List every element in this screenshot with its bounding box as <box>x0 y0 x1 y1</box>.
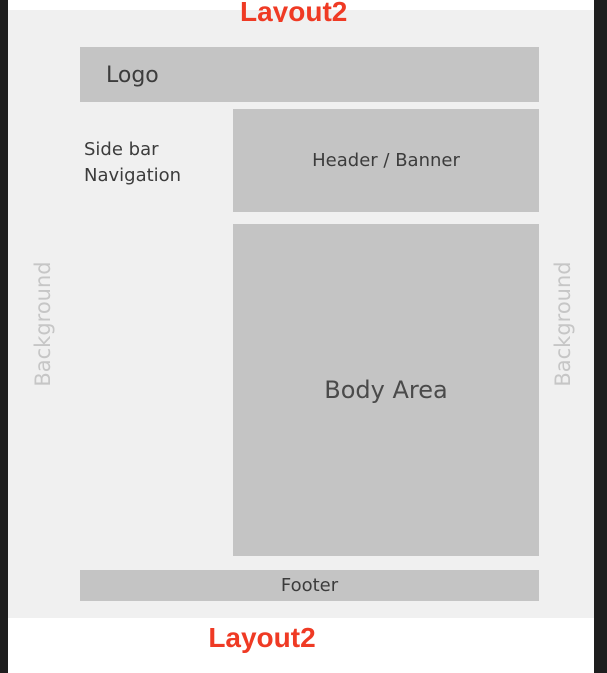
sidebar-label-line-2: Navigation <box>84 165 182 186</box>
logo-label: Logo <box>106 63 159 88</box>
layout-diagram-canvas: Layout2 Logo Side bar Navigation Header … <box>8 0 594 618</box>
left-background-label: Background <box>31 261 55 387</box>
footer-label: Footer <box>280 575 339 596</box>
header-banner-label: Header / Banner <box>312 150 460 171</box>
top-title: Layout2 <box>240 0 348 22</box>
body-area-label: Body Area <box>324 376 448 404</box>
top-title-clip: Layout2 <box>240 0 360 22</box>
sidebar-navigation-label: Side bar Navigation <box>84 137 224 189</box>
sidebar-label-line-1: Side bar <box>84 139 159 160</box>
right-dark-strip <box>594 0 607 673</box>
right-background-label: Background <box>551 261 575 387</box>
left-dark-strip <box>0 0 8 673</box>
bottom-title: Layout2 <box>208 622 316 653</box>
